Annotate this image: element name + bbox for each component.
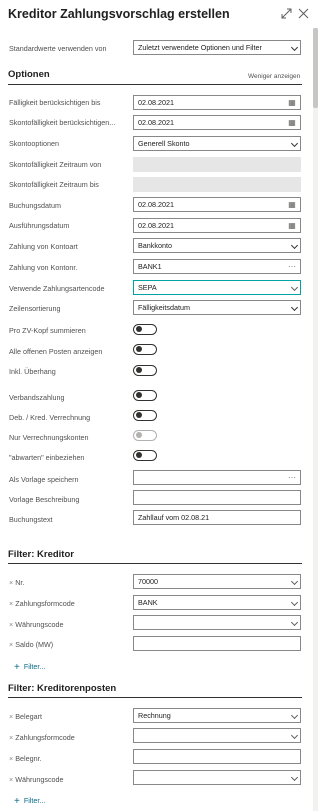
skonto-von-label: Skontofälligkeit Zeitraum von [9,160,102,169]
calendar-icon[interactable]: ▦ [287,219,297,232]
abwarten-toggle[interactable] [133,450,157,461]
section-divider [8,84,302,85]
chevron-down-icon [290,618,299,627]
ueberhang-label: Inkl. Überhang [9,367,56,376]
dialog-title: Kreditor Zahlungsvorschlag erstellen [8,7,230,21]
ueberhang-toggle[interactable] [133,365,157,376]
chevron-down-icon [290,711,299,720]
buchungsdatum-label: Buchungsdatum [9,201,61,210]
chevron-down-icon [290,598,299,607]
nur-verrechnung-toggle [133,430,157,441]
dialog-header: Kreditor Zahlungsvorschlag erstellen [0,0,320,30]
kontonr-label: Zahlung von Kontonr. [9,263,78,272]
buchungstext-field[interactable]: Zahllauf vom 02.08.21 [133,510,301,525]
chevron-down-icon [290,139,299,148]
zv-kopf-toggle[interactable] [133,324,157,335]
filter-belegnr-field[interactable] [133,749,301,764]
zahlungsartencode-select[interactable]: SEPA [133,280,301,295]
section-divider [8,697,302,698]
skontofaelligkeit-label: Skontofälligkeit berücksichtigen... [9,118,116,127]
calendar-icon[interactable]: ▦ [287,198,297,211]
section-title-filter-kreditorenposten: Filter: Kreditorenposten [8,683,117,694]
zahlungsartencode-label: Verwende Zahlungsartencode [9,284,105,293]
defaults-label: Standardwerte verwenden von [9,44,107,53]
add-filter-kreditor-link[interactable]: + Filter... [14,662,45,673]
verrechnung-toggle[interactable] [133,410,157,421]
kontoart-label: Zahlung von Kontoart [9,242,78,251]
show-less-link[interactable]: Weniger anzeigen [248,73,300,80]
ausfuehrungsdatum-field[interactable]: 02.08.2021 ▦ [133,218,301,233]
filter-saldo-label[interactable]: Saldo (MW) [9,640,53,649]
filter-waehrungscode-label[interactable]: Währungscode [9,620,63,629]
scrollbar-thumb[interactable] [313,28,318,108]
kontonr-field[interactable]: BANK1 ··· [133,259,301,274]
filter-zahlungsformcode-label[interactable]: Zahlungsformcode [9,599,75,608]
vorlage-beschreibung-field[interactable] [133,490,301,505]
verrechnung-label: Deb. / Kred. Verrechnung [9,413,91,422]
skontooptionen-select[interactable]: Generell Skonto [133,136,301,151]
offene-posten-toggle[interactable] [133,344,157,355]
section-title-optionen: Optionen [8,69,50,80]
faelligkeit-label: Fälligkeit berücksichtigen bis [9,98,101,107]
skonto-bis-field [133,177,301,192]
filter-nr-field[interactable]: 70000 [133,574,301,589]
verbandszahlung-label: Verbandszahlung [9,393,65,402]
skontofaelligkeit-field[interactable]: 02.08.2021 ▦ [133,115,301,130]
calendar-icon[interactable]: ▦ [287,96,297,109]
section-title-filter-kreditor: Filter: Kreditor [8,549,74,560]
vorlage-beschreibung-label: Vorlage Beschreibung [9,495,80,504]
expand-icon[interactable] [280,8,292,20]
skonto-von-field [133,157,301,172]
chevron-down-icon [290,43,299,52]
zeilensortierung-label: Zeilensortierung [9,304,61,313]
filter-posten-waehrungscode-field[interactable] [133,770,301,785]
filter-belegart-field[interactable]: Rechnung [133,708,301,723]
scrollbar[interactable] [313,28,318,811]
kontoart-select[interactable]: Bankkonto [133,238,301,253]
nur-verrechnung-label: Nur Verrechnungskonten [9,433,89,442]
vorlage-speichern-label: Als Vorlage speichern [9,475,79,484]
filter-posten-waehrungscode-label[interactable]: Währungscode [9,775,63,784]
abwarten-label: "abwarten" einbeziehen [9,453,85,462]
faelligkeit-field[interactable]: 02.08.2021 ▦ [133,95,301,110]
vorlage-speichern-field[interactable]: ··· [133,470,301,485]
chevron-down-icon [290,577,299,586]
defaults-select[interactable]: Zuletzt verwendete Optionen und Filter [133,40,301,55]
skonto-bis-label: Skontofälligkeit Zeitraum bis [9,180,99,189]
more-icon[interactable]: ··· [287,260,297,273]
chevron-down-icon [290,241,299,250]
more-icon[interactable]: ··· [287,471,297,484]
filter-posten-zahlungsformcode-label[interactable]: Zahlungsformcode [9,733,75,742]
add-filter-posten-link[interactable]: + Filter... [14,796,45,807]
filter-nr-label[interactable]: Nr. [9,578,24,587]
filter-zahlungsformcode-field[interactable]: BANK [133,595,301,610]
buchungsdatum-field[interactable]: 02.08.2021 ▦ [133,197,301,212]
calendar-icon[interactable]: ▦ [287,116,297,129]
plus-icon: + [14,662,20,673]
close-icon[interactable] [297,8,309,20]
chevron-down-icon [290,731,299,740]
filter-belegart-label[interactable]: Belegart [9,712,42,721]
chevron-down-icon [290,283,299,292]
plus-icon: + [14,796,20,807]
filter-saldo-field[interactable] [133,636,301,651]
zv-kopf-label: Pro ZV-Kopf summieren [9,326,86,335]
offene-posten-label: Alle offenen Posten anzeigen [9,347,103,356]
section-divider [8,563,302,564]
skontooptionen-label: Skontooptionen [9,139,59,148]
zeilensortierung-select[interactable]: Fälligkeitsdatum [133,300,301,315]
ausfuehrungsdatum-label: Ausführungsdatum [9,221,70,230]
filter-belegnr-label[interactable]: Belegnr. [9,754,41,763]
filter-posten-zahlungsformcode-field[interactable] [133,728,301,743]
verbandszahlung-toggle[interactable] [133,390,157,401]
filter-waehrungscode-field[interactable] [133,615,301,630]
chevron-down-icon [290,773,299,782]
buchungstext-label: Buchungstext [9,515,53,524]
chevron-down-icon [290,303,299,312]
